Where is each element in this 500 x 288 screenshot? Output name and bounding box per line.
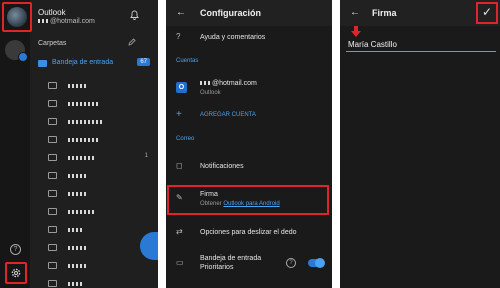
unread-count-badge: 67 — [137, 58, 150, 66]
folder-name-redacted — [68, 156, 94, 160]
app-bar: ← Configuración — [166, 0, 332, 26]
settings-screen: ← Configuración ? Ayuda y comentarios Cu… — [166, 0, 332, 288]
folder-icon — [48, 190, 57, 197]
pen-icon: ✎ — [176, 193, 183, 202]
outlook-icon: O — [176, 82, 187, 93]
section-accounts: Cuentas — [176, 58, 199, 64]
folder-icon — [48, 82, 57, 89]
plus-icon: + — [176, 109, 182, 120]
signature-subtitle: Obtener Outlook para Android — [200, 201, 280, 207]
pencil-icon[interactable] — [128, 38, 136, 46]
folder-icon — [48, 280, 57, 287]
folder-name-redacted — [68, 102, 98, 106]
inbox-icon — [38, 60, 47, 67]
notifications-row[interactable]: ◻ Notificaciones — [166, 158, 332, 176]
app-title: Outlook — [38, 8, 66, 17]
folder-item[interactable] — [48, 116, 148, 128]
folder-icon — [48, 262, 57, 269]
folder-icon — [48, 226, 57, 233]
swipe-options-row[interactable]: ⇄ Opciones para deslizar el dedo — [166, 225, 332, 241]
signature-label: Firma — [200, 191, 218, 198]
folder-icon — [48, 244, 57, 251]
folder-item[interactable] — [48, 278, 148, 288]
folder-item[interactable] — [48, 134, 148, 146]
folder-item[interactable] — [48, 80, 148, 92]
info-icon[interactable]: ? — [286, 258, 296, 268]
compose-button[interactable] — [140, 232, 158, 260]
folder-name-redacted — [68, 210, 94, 214]
navigation-drawer: ? Outlook @hotmail.com Carpetas Bandeja … — [0, 0, 158, 288]
account-email: @hotmail.com — [200, 80, 257, 87]
account-type: Outlook — [200, 90, 221, 96]
folder-item[interactable] — [48, 260, 148, 272]
folder-name-redacted — [68, 174, 86, 178]
signature-row[interactable]: ✎ Firma Obtener Outlook para Android — [166, 187, 332, 213]
folder-name-redacted — [68, 228, 84, 232]
folder-icon — [48, 100, 57, 107]
account-row[interactable]: O @hotmail.com Outlook — [166, 76, 332, 100]
add-account-label: AGREGAR CUENTA — [200, 112, 256, 118]
folder-item[interactable] — [48, 188, 148, 200]
folder-item[interactable] — [48, 170, 148, 182]
add-account-button[interactable]: + AGREGAR CUENTA — [166, 108, 332, 124]
folder-name-redacted — [68, 84, 88, 88]
signature-screen: ← Firma ✓ — [340, 0, 500, 288]
folder-name-redacted — [68, 192, 86, 196]
help-icon[interactable]: ? — [10, 244, 21, 255]
highlight-box — [2, 2, 32, 32]
help-row[interactable]: ? Ayuda y comentarios — [166, 30, 332, 46]
settings-button[interactable] — [5, 262, 27, 284]
folder-name-redacted — [68, 138, 98, 142]
folder-icon — [48, 154, 57, 161]
folder-inbox[interactable]: Bandeja de entrada 67 — [38, 57, 150, 71]
save-button[interactable]: ✓ — [476, 2, 498, 24]
page-title: Firma — [372, 8, 397, 18]
folder-icon — [48, 118, 57, 125]
checkmark-icon: ✓ — [482, 5, 493, 19]
help-circle-icon: ? — [176, 32, 181, 41]
focused-inbox-toggle[interactable] — [308, 258, 325, 268]
folder-icon — [48, 172, 57, 179]
folders-heading: Carpetas — [38, 40, 67, 47]
folder-name-redacted — [68, 120, 102, 124]
back-arrow-icon[interactable]: ← — [350, 7, 360, 18]
folder-icon — [48, 136, 57, 143]
folder-item[interactable] — [48, 242, 148, 254]
swipe-options-label: Opciones para deslizar el dedo — [200, 229, 297, 236]
folder-icon — [48, 208, 57, 215]
account-email: @hotmail.com — [38, 18, 95, 25]
inbox-label: Bandeja de entrada — [52, 59, 114, 66]
red-arrow-icon — [351, 26, 361, 37]
signature-input[interactable] — [346, 38, 496, 52]
section-mail: Correo — [176, 136, 195, 142]
bell-icon: ◻ — [176, 161, 183, 170]
folder-name-redacted — [68, 264, 86, 268]
notifications-label: Notificaciones — [200, 163, 244, 170]
add-account-icon[interactable] — [5, 40, 28, 62]
gear-icon — [11, 268, 21, 278]
bell-icon[interactable] — [130, 10, 139, 20]
focused-inbox-row[interactable]: ▭ Bandeja de entrada Prioritarios — [166, 252, 332, 276]
folder-item[interactable] — [48, 206, 148, 218]
folder-name-redacted — [68, 282, 82, 286]
swipe-arrows-icon: ⇄ — [176, 227, 183, 236]
back-arrow-icon[interactable]: ← — [176, 7, 186, 18]
avatar[interactable] — [7, 7, 27, 27]
folder-count: 1 — [144, 153, 148, 159]
page-title: Configuración — [200, 8, 261, 18]
folder-item[interactable] — [48, 224, 148, 236]
focused-inbox-label-2: Prioritarios — [200, 264, 234, 271]
help-label: Ayuda y comentarios — [200, 34, 266, 41]
folder-item[interactable] — [48, 98, 148, 110]
inbox-tray-icon: ▭ — [176, 258, 184, 267]
folder-name-redacted — [68, 246, 86, 250]
outlook-android-link[interactable]: Outlook para Android — [223, 201, 279, 207]
folder-item[interactable]: 1 — [48, 152, 148, 164]
focused-inbox-label-1: Bandeja de entrada — [200, 255, 262, 262]
